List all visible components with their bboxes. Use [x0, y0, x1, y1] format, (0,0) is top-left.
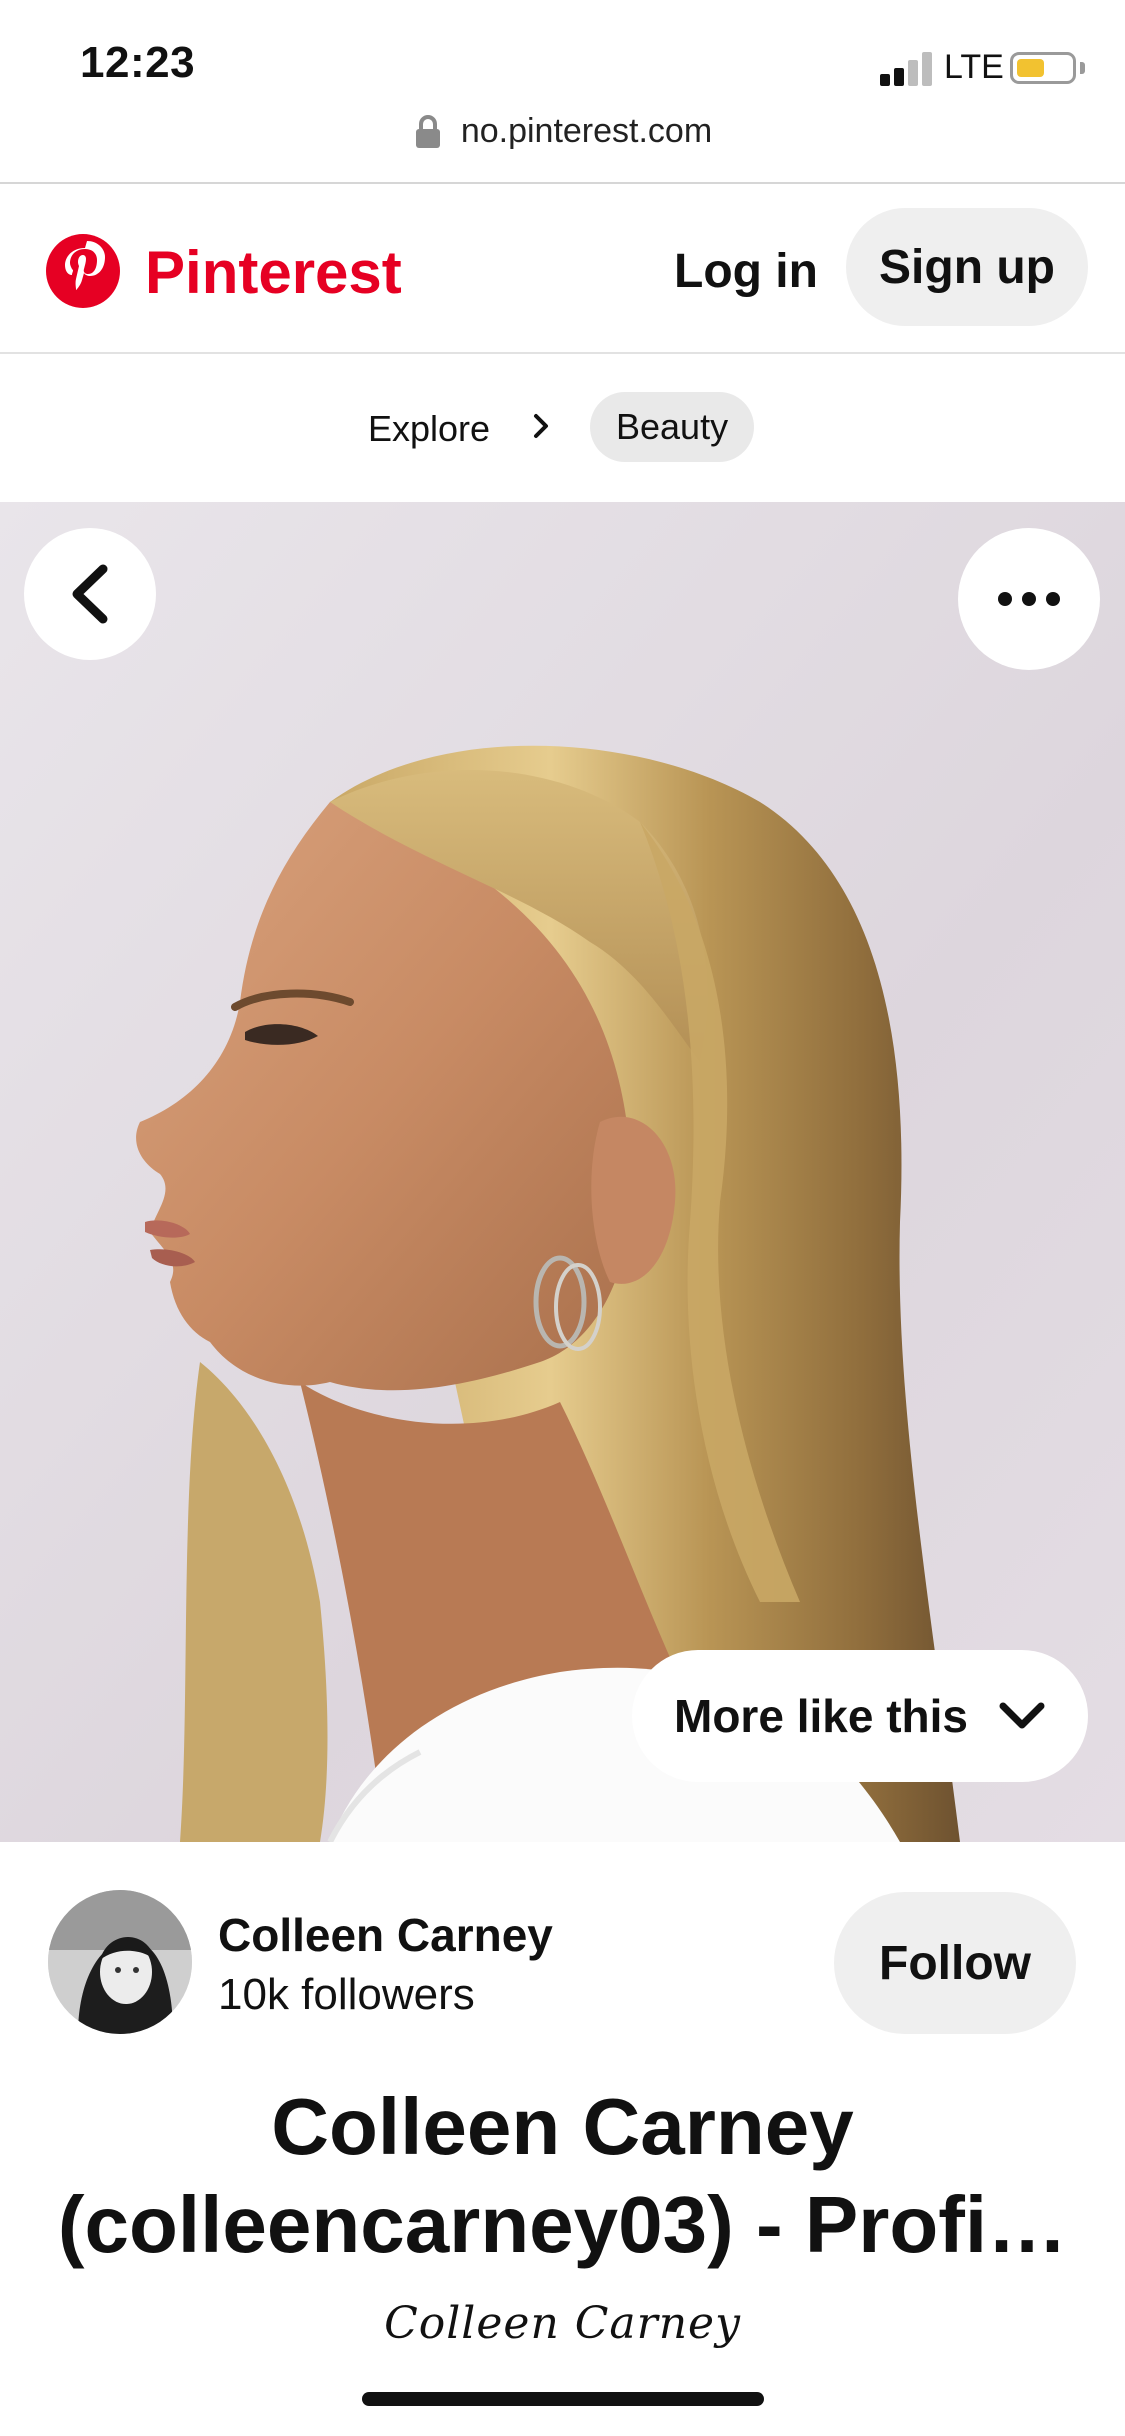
back-button[interactable] — [24, 528, 156, 660]
pin-title-line-1: Colleen Carney — [271, 2082, 854, 2171]
login-link[interactable]: Log in — [674, 244, 818, 299]
home-indicator[interactable] — [362, 2392, 764, 2406]
creator-followers: 10k followers — [218, 1970, 475, 2019]
pin-title-line-2: (colleencarney03) - Profi… — [57, 2180, 1068, 2269]
portrait-illustration — [0, 502, 1125, 1842]
battery-tip — [1080, 62, 1085, 74]
cellular-signal-icon — [880, 52, 936, 86]
avatar[interactable] — [48, 1890, 192, 2034]
site-header: Pinterest Log in Sign up — [0, 184, 1125, 352]
status-bar: 12:23 LTE — [0, 0, 1125, 110]
breadcrumb-explore[interactable]: Explore — [368, 408, 490, 450]
chevron-down-icon — [999, 1702, 1045, 1729]
more-options-icon — [998, 592, 1060, 606]
divider — [0, 352, 1125, 354]
signup-button[interactable]: Sign up — [846, 208, 1088, 326]
chevron-right-icon — [534, 414, 548, 438]
address-bar[interactable]: no.pinterest.com — [0, 112, 1125, 172]
status-time: 12:23 — [80, 38, 196, 87]
url-text: no.pinterest.com — [460, 112, 713, 150]
follow-button[interactable]: Follow — [834, 1892, 1076, 2034]
more-like-this-label: More like this — [674, 1690, 968, 1742]
battery-icon — [1010, 52, 1076, 84]
brand-name[interactable]: Pinterest — [145, 238, 402, 307]
back-arrow-icon — [72, 564, 108, 624]
creator-name[interactable]: Colleen Carney — [218, 1908, 553, 1962]
avatar-image — [48, 1890, 192, 2034]
pinterest-pin-page: 12:23 LTE no.pinterest.com Pinterest Log… — [0, 0, 1125, 2436]
creator-section: Colleen Carney 10k followers Follow — [0, 1860, 1125, 2060]
signature-text: Colleen Carney — [384, 2298, 741, 2349]
network-type: LTE — [944, 48, 1004, 86]
more-like-this-button[interactable]: More like this — [632, 1650, 1088, 1782]
pin-title: Colleen Carney (colleencarney03) - Profi… — [40, 2078, 1085, 2274]
lock-icon — [415, 114, 440, 148]
more-options-button[interactable] — [958, 528, 1100, 670]
pinterest-logo-icon[interactable] — [46, 234, 120, 308]
breadcrumb: Explore Beauty — [0, 388, 1125, 464]
pin-image[interactable] — [0, 502, 1125, 1842]
breadcrumb-beauty[interactable]: Beauty — [590, 392, 755, 462]
